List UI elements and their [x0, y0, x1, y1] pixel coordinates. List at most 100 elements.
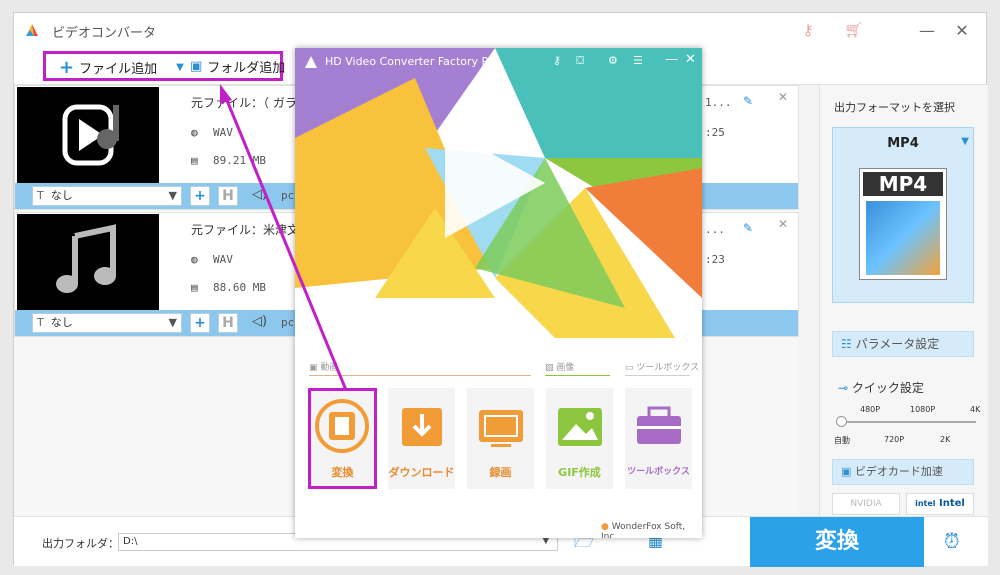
output-folder-label: 出力フォルダ：: [42, 537, 119, 550]
cart-icon[interactable]: 🛒︎: [844, 21, 863, 39]
tile-screen-record[interactable]: 録画: [467, 388, 534, 489]
quality-480p: 480P: [860, 405, 881, 414]
quality-slider[interactable]: [840, 421, 976, 423]
nvidia-button[interactable]: NVIDIA: [832, 493, 900, 515]
video-play-icon: [62, 104, 119, 166]
file-size-icon: ▤: [191, 281, 198, 294]
add-file-label: ファイル追加: [79, 62, 158, 77]
remove-item-icon[interactable]: ✕: [778, 217, 788, 231]
close-button[interactable]: ✕: [952, 21, 972, 41]
source-file-label: 元ファイル：米津文: [191, 223, 300, 237]
download-icon: [402, 408, 442, 446]
key-icon[interactable]: ⚷: [553, 54, 561, 67]
subtitle-select[interactable]: T なし ▼: [32, 186, 182, 206]
launcher-banner: [295, 48, 702, 348]
app-logo-icon: [26, 24, 38, 36]
add-subtitle-button[interactable]: +: [190, 313, 210, 333]
launcher-title: HD Video Converter Factory Pro: [325, 55, 499, 68]
tile-toolbox[interactable]: ツールボックス: [625, 388, 692, 489]
gif-image-icon: [558, 408, 602, 446]
tile-toolbox-label: ツールボックス: [627, 467, 690, 477]
chip-icon: ▣: [841, 465, 855, 478]
tile-highlight: [308, 388, 377, 489]
remove-item-icon[interactable]: ✕: [778, 90, 788, 104]
toolbox-divider: [625, 375, 690, 376]
slider-icon: ⊸: [838, 381, 852, 395]
toolbox-category-icon: ▭: [625, 363, 637, 373]
category-video: ▣ 動画: [309, 363, 339, 373]
video-category-icon: ▣: [309, 363, 321, 373]
mp4-format-icon: MP4: [859, 168, 947, 280]
title-bar: ビデオコンバータ ⚷ 🛒︎ — ✕: [14, 13, 986, 47]
cart-icon[interactable]: ⛋: [576, 54, 584, 68]
key-icon[interactable]: ⚷: [799, 21, 817, 39]
tile-gif-maker-label: GIF作成: [558, 466, 601, 479]
duration: :23: [705, 253, 725, 266]
add-subtitle-button[interactable]: +: [190, 186, 210, 206]
subtitle-select[interactable]: T なし ▼: [32, 313, 182, 333]
close-button[interactable]: ✕: [685, 52, 696, 67]
quality-720p: 720P: [884, 435, 905, 444]
launcher-window: HD Video Converter Factory Pro ⚷ ⛋ ⚙ ☰ —…: [295, 48, 702, 538]
parameter-settings-button[interactable]: ☷ パラメータ設定: [832, 331, 974, 357]
selected-format: MP4: [887, 136, 919, 151]
edit-icon[interactable]: ✎: [743, 221, 753, 235]
file-format: WAV: [213, 126, 233, 139]
format-selector[interactable]: MP4 ▼ MP4: [832, 127, 974, 303]
intel-button[interactable]: intel Intel: [906, 493, 974, 515]
output-panel: 出力フォーマットを選択 MP4 ▼ MP4 ☷ パラメータ設定 ⊸ クイック設定…: [819, 85, 988, 525]
file-size: 88.60 MB: [213, 281, 266, 294]
intel-logo: intel: [915, 499, 936, 508]
company-footer: ● WonderFox Soft, Inc.: [601, 522, 686, 538]
minimize-button[interactable]: —: [917, 21, 937, 41]
quality-1080p: 1080P: [910, 405, 936, 414]
edit-icon[interactable]: ✎: [743, 94, 753, 108]
file-size: 89.21 MB: [213, 154, 266, 167]
audio-track-icon[interactable]: ◁): [252, 314, 267, 329]
audio-track-icon[interactable]: ◁): [252, 187, 267, 202]
quality-slider-handle[interactable]: [836, 416, 847, 427]
audio-format-icon: ◍: [191, 253, 198, 266]
gpu-acceleration-button[interactable]: ▣ ビデオカード加速: [832, 459, 974, 485]
image-category-icon: ▨: [545, 363, 557, 373]
quick-settings-label: ⊸ クイック設定: [838, 381, 924, 395]
hot-air-balloon-image: [866, 201, 940, 275]
add-folder-label: フォルダ追加: [207, 61, 286, 76]
app-title: ビデオコンバータ: [52, 26, 157, 41]
launcher-logo-icon: [305, 56, 317, 68]
video-thumbnail: [17, 87, 159, 183]
mp4-badge: MP4: [863, 172, 943, 196]
quality-auto: 自動: [834, 436, 850, 445]
quality-4k: 4K: [970, 405, 981, 414]
hardsub-icon[interactable]: H: [218, 313, 238, 333]
plus-icon: +: [59, 57, 75, 78]
menu-list-icon[interactable]: ☰: [633, 54, 643, 67]
file-size-icon: ▤: [191, 154, 198, 167]
minimize-button[interactable]: —: [665, 52, 678, 67]
output-format-heading: 出力フォーマットを選択: [834, 101, 955, 114]
format-dropdown-icon[interactable]: ▼: [961, 136, 969, 147]
audio-thumbnail: [17, 214, 159, 310]
alarm-clock-icon[interactable]: ⏰︎: [944, 529, 960, 553]
folder-icon: ▣: [190, 59, 203, 74]
image-divider: [545, 375, 610, 376]
tile-download[interactable]: ダウンロード: [388, 388, 455, 489]
file-format: WAV: [213, 253, 233, 266]
wonderfox-logo-icon: ●: [601, 522, 609, 532]
music-note-icon: [56, 224, 116, 293]
quality-2k: 2K: [940, 435, 951, 444]
settings-gear-icon[interactable]: ⚙: [608, 54, 618, 67]
screen-record-icon: [479, 410, 523, 447]
category-image: ▨ 画像: [545, 363, 575, 373]
add-file-button[interactable]: + ファイル追加 ▼: [59, 57, 184, 78]
video-divider: [309, 375, 531, 376]
tile-gif-maker[interactable]: GIF作成: [546, 388, 613, 489]
sliders-icon: ☷: [841, 337, 856, 351]
hardsub-icon[interactable]: H: [218, 186, 238, 206]
audio-format-icon: ◍: [191, 126, 198, 139]
dropdown-arrow-icon[interactable]: ▼: [176, 62, 184, 73]
add-folder-button[interactable]: ▣ フォルダ追加: [190, 57, 285, 76]
output-info: ...: [705, 223, 725, 236]
toolbox-icon: [637, 406, 681, 444]
convert-button[interactable]: 変換: [750, 517, 924, 567]
